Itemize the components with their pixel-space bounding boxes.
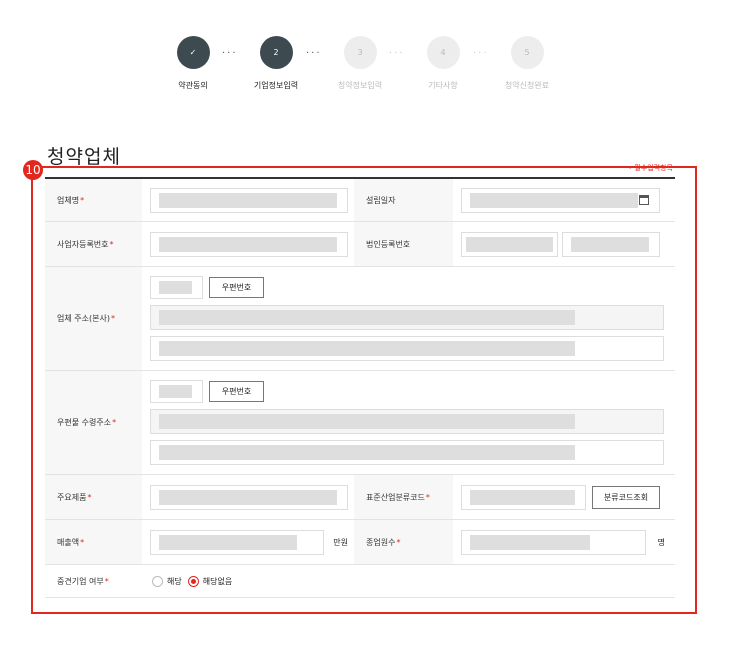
field-label: 법인등록번호	[354, 222, 453, 266]
field-cell: 분류코드조회	[453, 475, 675, 519]
field-label: 설립일자	[354, 179, 453, 221]
address-detail-input[interactable]	[150, 336, 664, 361]
step-4: 4 기타사항	[408, 36, 478, 91]
mail-address-detail-input[interactable]	[150, 440, 664, 465]
address-input[interactable]	[150, 305, 664, 330]
form-row: 우편물 수령주소 * 우편번호	[45, 371, 675, 475]
step-connector: ···	[473, 48, 489, 59]
step-5: 5 청약신청완료	[492, 36, 562, 91]
step-label: 약관동의	[178, 81, 208, 90]
step-label: 청약정보입력	[337, 81, 383, 90]
step-number: 2	[259, 36, 293, 69]
form-row: 사업자등록번호 * 법인등록번호	[45, 222, 675, 267]
zipcode-group: 우편번호	[150, 276, 264, 299]
field-label: 매출액 *	[45, 520, 142, 564]
midsize-yes-radio[interactable]	[152, 575, 163, 587]
field-cell: 만원	[142, 520, 354, 564]
field-label: 우편물 수령주소 *	[45, 371, 142, 474]
field-label: 주요제품 *	[45, 475, 142, 519]
field-cell	[453, 179, 675, 221]
step-connector: ···	[389, 48, 405, 59]
step-connector: ···	[222, 48, 238, 59]
sales-input[interactable]	[150, 529, 324, 555]
field-cell: 우편번호	[142, 267, 675, 370]
company-form: 업체명 * 설립일자 사업자등록번호 * 법인등록번호 업체 주소(본사) * 우편번…	[45, 177, 675, 598]
biz-reg-number-input[interactable]	[150, 231, 348, 257]
required-note: • 필수입력항목	[628, 164, 673, 172]
field-label: 중견기업 여부 *	[45, 565, 142, 597]
field-label: 업체명 *	[45, 179, 142, 221]
step-connector: ···	[306, 48, 322, 59]
step-label: 청약신청완료	[504, 81, 550, 90]
step-number: 5	[510, 36, 544, 69]
form-row: 중견기업 여부 * 해당 해당없음	[45, 565, 675, 598]
step-number: 3	[343, 36, 377, 69]
step-label: 기업정보입력	[253, 81, 299, 90]
step-2: 2 기업정보입력	[241, 36, 311, 91]
industry-code-search-button[interactable]: 분류코드조회	[592, 485, 660, 509]
corp-reg-number-input-2[interactable]	[562, 231, 660, 257]
check-icon: ✓	[176, 36, 210, 69]
field-label: 사업자등록번호 *	[45, 222, 142, 266]
form-row: 업체명 * 설립일자	[45, 179, 675, 222]
sales-unit: 만원	[333, 537, 348, 547]
field-label: 업체 주소(본사) *	[45, 267, 142, 370]
step-1: ✓ 약관동의	[158, 36, 228, 91]
step-3: 3 청약정보입력	[325, 36, 395, 91]
field-cell	[142, 475, 354, 519]
company-name-input[interactable]	[150, 187, 348, 213]
midsize-no-radio[interactable]	[187, 575, 199, 587]
progress-stepper: ✓ 약관동의 ··· 2 기업정보입력 ··· 3 청약정보입력 ··· 4 기…	[0, 36, 741, 96]
field-cell	[142, 179, 354, 221]
field-cell: 명	[453, 520, 675, 564]
field-label: 종업원수 *	[354, 520, 453, 564]
step-number: 4	[426, 36, 460, 69]
form-row: 매출액 * 만원 종업원수 * 명	[45, 520, 675, 565]
field-cell: 우편번호	[142, 371, 675, 474]
zipcode-input[interactable]	[150, 276, 203, 299]
employees-input[interactable]	[461, 529, 646, 555]
mail-zipcode-input[interactable]	[150, 380, 203, 403]
zipcode-group: 우편번호	[150, 380, 264, 403]
section-title: 청약업체	[47, 146, 121, 168]
form-row: 업체 주소(본사) * 우편번호	[45, 267, 675, 371]
field-cell: 해당 해당없음	[142, 565, 675, 597]
corp-reg-number-input-1[interactable]	[461, 231, 558, 257]
field-label: 표준산업분류코드 *	[354, 475, 453, 519]
employees-unit: 명	[657, 537, 665, 547]
step-label: 기타사항	[428, 81, 458, 90]
form-row: 주요제품 * 표준산업분류코드 * 분류코드조회	[45, 475, 675, 520]
main-product-input[interactable]	[150, 484, 348, 510]
zipcode-search-button[interactable]: 우편번호	[209, 277, 264, 298]
established-date-input[interactable]	[461, 187, 660, 213]
annotation-badge: 10	[23, 160, 43, 180]
field-cell	[142, 222, 354, 266]
field-cell	[453, 222, 675, 266]
mail-address-input[interactable]	[150, 409, 664, 434]
industry-code-input[interactable]	[461, 484, 586, 510]
calendar-icon[interactable]	[639, 195, 649, 205]
mail-zipcode-search-button[interactable]: 우편번호	[209, 381, 264, 402]
